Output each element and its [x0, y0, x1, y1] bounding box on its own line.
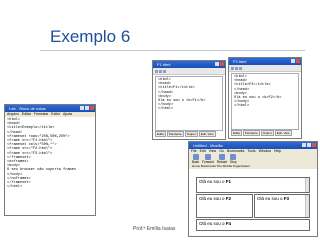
new-icon[interactable]	[155, 69, 158, 73]
window-controls	[291, 59, 300, 63]
menu-item[interactable]: View	[209, 149, 217, 153]
frame-f4-bold: F4	[225, 221, 232, 226]
editor-left-code-area[interactable]: <html> <head> <title>F1</title> </head> <bod…	[155, 76, 223, 131]
code-line: </html>	[7, 185, 23, 190]
menu-item[interactable]: Edit	[200, 149, 206, 153]
maximize-icon[interactable]	[307, 143, 311, 147]
reload-button[interactable]: Reload	[217, 154, 227, 164]
menu-item[interactable]: Bookmarks	[227, 149, 245, 153]
code-line: </html>	[158, 107, 174, 112]
window-controls	[215, 62, 224, 66]
frame-f2-bold: F2	[225, 196, 232, 201]
editor-right-titlebar[interactable]: F2.html	[229, 58, 301, 65]
editor-left-code[interactable]: <html> <head> <title>F1</title> </head> <bod…	[156, 77, 222, 113]
editor-left-toolbar	[153, 68, 225, 75]
frame-f1-scrollbar[interactable]	[305, 178, 309, 192]
frame-f1-text: Olá eu sou o	[199, 179, 225, 184]
editor-right-title: F2.html	[233, 59, 247, 64]
bookmarks-bar[interactable]: Home Bookmarks The Mozilla Organization	[189, 164, 317, 169]
menu-item[interactable]: Ajuda	[63, 112, 72, 116]
frame-f1-bold: F1	[225, 179, 232, 184]
frame-f3-scrollbar[interactable]	[305, 195, 309, 217]
save-icon[interactable]	[239, 66, 242, 70]
frame-f2: Olá eu sou o F2	[196, 194, 253, 218]
editor-tab[interactable]: Edita	[231, 130, 242, 136]
close-icon[interactable]	[312, 143, 316, 147]
browser-window: Untitled - Mozilla File Edit View Go Bookmar…	[188, 141, 318, 237]
browser-navbar: Back Forward Reload Stop	[189, 154, 317, 164]
close-icon[interactable]	[296, 59, 300, 63]
frame-f4-text: Olá eu sou o	[199, 221, 225, 226]
editor-right-toolbar	[229, 65, 301, 72]
editor-tab[interactable]: Pendente	[166, 131, 184, 137]
browser-title: Untitled - Mozilla	[193, 143, 223, 148]
save-icon[interactable]	[163, 69, 166, 73]
menu-item[interactable]: Arquivo	[7, 112, 19, 116]
editor-left-title: F1.html	[157, 62, 171, 67]
frameset: Olá eu sou o F1 Olá eu sou o F2 Olá eu s…	[196, 177, 310, 231]
open-icon[interactable]	[159, 69, 162, 73]
browser-titlebar[interactable]: Untitled - Mozilla	[189, 142, 317, 149]
editor-right-tabs: Edita Pendente Output Edit. Vars	[231, 130, 292, 136]
frame-f4: Olá eu sou o F4	[196, 219, 310, 231]
close-icon[interactable]	[220, 62, 224, 66]
minimize-icon[interactable]	[291, 59, 295, 63]
close-icon[interactable]	[90, 106, 94, 110]
minimize-icon[interactable]	[80, 106, 84, 110]
slide-footer: Prof.ª Emília Isaías	[133, 226, 176, 232]
editor-tab[interactable]: Edit. Vars	[274, 130, 292, 136]
notepad-text[interactable]: <html> <head> <title>Exemplo</title> </head…	[5, 117, 95, 190]
editor-tab[interactable]: Output	[184, 131, 198, 137]
editor-left-titlebar[interactable]: F1.html	[153, 61, 225, 68]
menu-item[interactable]: Go	[219, 149, 224, 153]
menu-item[interactable]: Window	[259, 149, 271, 153]
window-controls	[80, 106, 94, 110]
open-icon[interactable]	[235, 66, 238, 70]
back-button[interactable]: Back	[192, 154, 199, 164]
title-underline	[40, 50, 305, 51]
editor-window-right: F2.html <html> <head> <title>F2</title> </h…	[228, 57, 302, 139]
menu-item[interactable]: Tools	[247, 149, 255, 153]
editor-left-tabs: Edita Pendente Output Edit. Vars	[155, 131, 216, 137]
frame-f3-bold: F3	[283, 196, 290, 201]
editor-tab[interactable]: Pendente	[242, 130, 260, 136]
editor-right-code[interactable]: <html> <head> <title>F2</title> </head> <bod…	[232, 74, 298, 110]
notepad-window: f.ab - Bloco de notas Arquivo Editar Forma…	[4, 104, 96, 216]
minimize-icon[interactable]	[215, 62, 219, 66]
menu-item[interactable]: Help	[274, 149, 281, 153]
menu-item[interactable]: Editar	[22, 112, 31, 116]
notepad-title: f.ab - Bloco de notas	[9, 106, 46, 111]
editor-right-code-area[interactable]: <html> <head> <title>F2</title> </head> <bod…	[231, 73, 299, 130]
stop-button[interactable]: Stop	[230, 154, 236, 164]
frame-f3: Olá eu sou o F3	[254, 194, 310, 218]
frame-f3-text: Olá eu sou o	[257, 196, 283, 201]
menu-item[interactable]: Exibir	[51, 112, 60, 116]
new-icon[interactable]	[231, 66, 234, 70]
notepad-titlebar[interactable]: f.ab - Bloco de notas	[5, 105, 95, 112]
menu-item[interactable]: File	[191, 149, 197, 153]
code-line: </html>	[234, 104, 250, 109]
maximize-icon[interactable]	[85, 106, 89, 110]
frame-f2-text: Olá eu sou o	[199, 196, 225, 201]
editor-tab[interactable]: Edita	[155, 131, 166, 137]
minimize-icon[interactable]	[302, 143, 306, 147]
frame-f1: Olá eu sou o F1	[196, 177, 310, 193]
editor-tab[interactable]: Output	[260, 130, 274, 136]
window-controls	[302, 143, 316, 147]
editor-tab[interactable]: Edit. Vars	[198, 131, 216, 137]
menu-item[interactable]: Formatar	[34, 112, 48, 116]
forward-button[interactable]: Forward	[202, 154, 214, 164]
slide-title: Exemplo 6	[50, 27, 131, 46]
editor-window-left: F1.html <html> <head> <title>F1</title> </h…	[152, 60, 226, 140]
